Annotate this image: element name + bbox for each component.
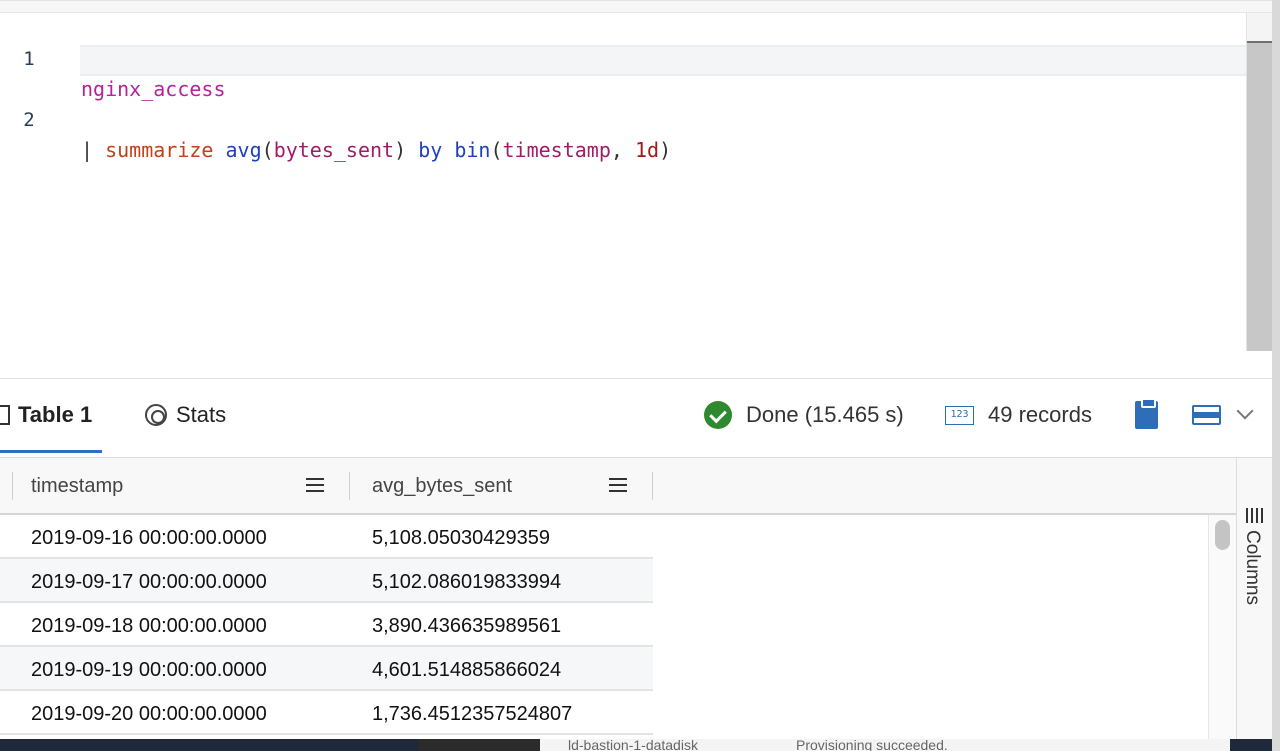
tab-label: Stats [176, 402, 227, 427]
results-toolbar: Table 1 Stats Done (15.465 s) 123 49 rec… [0, 378, 1272, 458]
background-text: ld-bastion-1-datadisk [568, 739, 698, 751]
token-pipe: | [81, 138, 106, 162]
token-by: by [418, 138, 443, 162]
token-paren: ( [261, 138, 274, 162]
table-row[interactable]: 2019-09-19 00:00:00.0000 4,601.514885866… [0, 647, 653, 691]
numeric-icon: 123 [945, 405, 974, 425]
status-text: Done (15.465 s) [746, 402, 904, 427]
token-column: bytes_sent [273, 138, 395, 162]
table-row[interactable]: 2019-09-20 00:00:00.0000 1,736.451235752… [0, 691, 653, 735]
column-header-timestamp[interactable]: timestamp [31, 458, 123, 515]
cell-avg-bytes-sent[interactable]: 5,108.05030429359 [372, 515, 550, 557]
cell-avg-bytes-sent[interactable]: 3,890.436635989561 [372, 603, 561, 645]
token-avg: avg [225, 138, 262, 162]
column-separator[interactable] [652, 472, 653, 500]
tab-table-1[interactable]: Table 1 [0, 379, 102, 453]
token-table-name: nginx_access [81, 77, 226, 101]
active-tab-indicator [0, 450, 102, 453]
token-number: 1d [634, 138, 660, 162]
token-paren: ( [490, 138, 503, 162]
column-menu-icon[interactable] [306, 478, 324, 492]
cell-timestamp[interactable]: 2019-09-20 00:00:00.0000 [31, 691, 267, 733]
cell-timestamp[interactable]: 2019-09-19 00:00:00.0000 [31, 647, 267, 689]
token-paren: ) [659, 138, 672, 162]
window-right-edge [1272, 0, 1280, 751]
token-summarize: summarize [105, 138, 214, 162]
grid-header: timestamp avg_bytes_sent [0, 458, 1236, 515]
query-editor[interactable]: 1 nginx_access 2 | summarize avg(bytes_s… [0, 0, 1280, 378]
display-mode-icon[interactable] [1192, 405, 1221, 425]
cell-timestamp[interactable]: 2019-09-18 00:00:00.0000 [31, 603, 267, 645]
column-separator[interactable] [349, 472, 350, 500]
token-bin: bin [454, 138, 491, 162]
code-line-1[interactable]: 1 nginx_access [0, 14, 1246, 101]
tab-label: Table 1 [18, 402, 93, 427]
editor-scroll-thumb[interactable] [1247, 43, 1273, 351]
tab-stats[interactable]: Stats [145, 379, 226, 451]
column-menu-icon[interactable] [609, 478, 627, 492]
cell-timestamp[interactable]: 2019-09-16 00:00:00.0000 [31, 515, 267, 557]
columns-icon [1245, 508, 1263, 524]
code-text[interactable]: | summarize avg(bytes_sent) by bin(times… [81, 135, 671, 165]
columns-side-panel[interactable]: Columns [1236, 458, 1272, 751]
results-grid: timestamp avg_bytes_sent 2019-09-16 00:0… [0, 458, 1236, 751]
check-circle-icon [704, 401, 732, 429]
grid-scrollbar[interactable] [1208, 515, 1236, 751]
table-row[interactable]: 2019-09-16 00:00:00.0000 5,108.050304293… [0, 515, 653, 559]
chevron-down-icon[interactable] [1236, 405, 1252, 421]
grid-body: 2019-09-16 00:00:00.0000 5,108.050304293… [0, 515, 653, 735]
current-line-highlight [80, 45, 1246, 76]
cell-timestamp[interactable]: 2019-09-17 00:00:00.0000 [31, 559, 267, 601]
token-comma: , [610, 138, 635, 162]
cell-avg-bytes-sent[interactable]: 5,102.086019833994 [372, 559, 561, 601]
code-line-2[interactable]: 2 | summarize avg(bytes_sent) by bin(tim… [0, 45, 1246, 162]
background-window-segment [418, 739, 540, 751]
token-paren: ) [394, 138, 407, 162]
clipboard-icon[interactable] [1135, 398, 1158, 429]
line-number: 2 [23, 109, 35, 131]
column-separator[interactable] [12, 472, 13, 500]
record-count: 123 49 records [945, 379, 1092, 451]
query-status: Done (15.465 s) [704, 379, 904, 451]
code-text[interactable]: nginx_access [81, 74, 226, 104]
cell-avg-bytes-sent[interactable]: 1,736.4512357524807 [372, 691, 572, 733]
table-row[interactable]: 2019-09-17 00:00:00.0000 5,102.086019833… [0, 559, 653, 603]
background-window-row: ld-bastion-1-datadisk Provisioning succe… [540, 739, 1230, 751]
column-header-avg-bytes-sent[interactable]: avg_bytes_sent [372, 458, 512, 515]
background-text: Provisioning succeeded. [796, 739, 948, 751]
columns-panel-label[interactable]: Columns [1241, 530, 1263, 605]
token-column: timestamp [502, 138, 611, 162]
record-count-text: 49 records [988, 402, 1092, 427]
editor-top-border [0, 1, 1280, 13]
editor-scrollbar[interactable] [1246, 13, 1273, 351]
stats-icon [145, 404, 167, 426]
cell-avg-bytes-sent[interactable]: 4,601.514885866024 [372, 647, 561, 689]
table-row[interactable]: 2019-09-18 00:00:00.0000 3,890.436635989… [0, 603, 653, 647]
table-icon [0, 405, 10, 425]
grid-scroll-thumb[interactable] [1215, 520, 1230, 550]
